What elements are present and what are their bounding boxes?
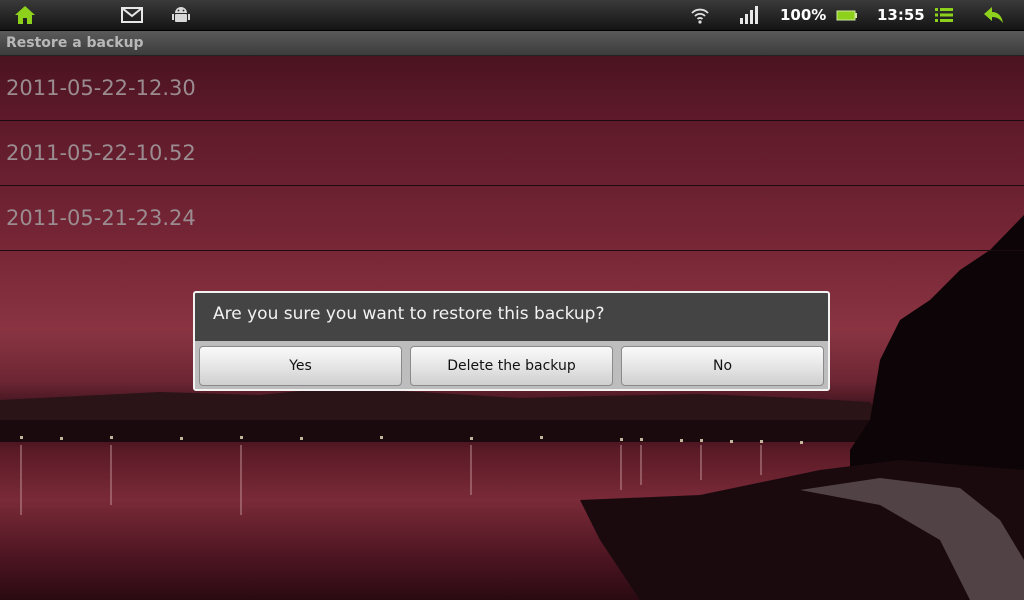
title-bar: Restore a backup bbox=[0, 31, 1024, 56]
backup-item-label: 2011-05-22-12.30 bbox=[6, 76, 196, 100]
list-item[interactable]: 2011-05-22-12.30 bbox=[0, 56, 1024, 121]
gmail-icon[interactable] bbox=[121, 5, 143, 25]
back-icon[interactable] bbox=[983, 5, 1005, 25]
delete-backup-button[interactable]: Delete the backup bbox=[410, 346, 613, 386]
battery-icon bbox=[836, 5, 858, 25]
clock: 13:55 bbox=[877, 6, 925, 24]
no-button[interactable]: No bbox=[621, 346, 824, 386]
list-item[interactable]: 2011-05-21-23.24 bbox=[0, 186, 1024, 251]
status-bar: 100% 13:55 bbox=[0, 0, 1024, 31]
battery-percent: 100% bbox=[780, 6, 827, 24]
dialog-message: Are you sure you want to restore this ba… bbox=[213, 304, 605, 324]
wifi-icon bbox=[690, 5, 710, 25]
page-title: Restore a backup bbox=[6, 35, 144, 51]
backup-item-label: 2011-05-22-10.52 bbox=[6, 141, 196, 165]
confirm-dialog: Are you sure you want to restore this ba… bbox=[193, 291, 830, 391]
backup-item-label: 2011-05-21-23.24 bbox=[6, 206, 196, 230]
signal-icon bbox=[739, 5, 759, 25]
yes-button[interactable]: Yes bbox=[199, 346, 402, 386]
android-debug-icon[interactable] bbox=[172, 5, 190, 25]
list-item[interactable]: 2011-05-22-10.52 bbox=[0, 121, 1024, 186]
menu-icon[interactable] bbox=[935, 5, 953, 25]
home-icon[interactable] bbox=[14, 5, 36, 25]
dialog-button-bar: Yes Delete the backup No bbox=[195, 341, 828, 389]
backup-list: 2011-05-22-12.30 2011-05-22-10.52 2011-0… bbox=[0, 56, 1024, 251]
dialog-message-area: Are you sure you want to restore this ba… bbox=[195, 293, 828, 341]
